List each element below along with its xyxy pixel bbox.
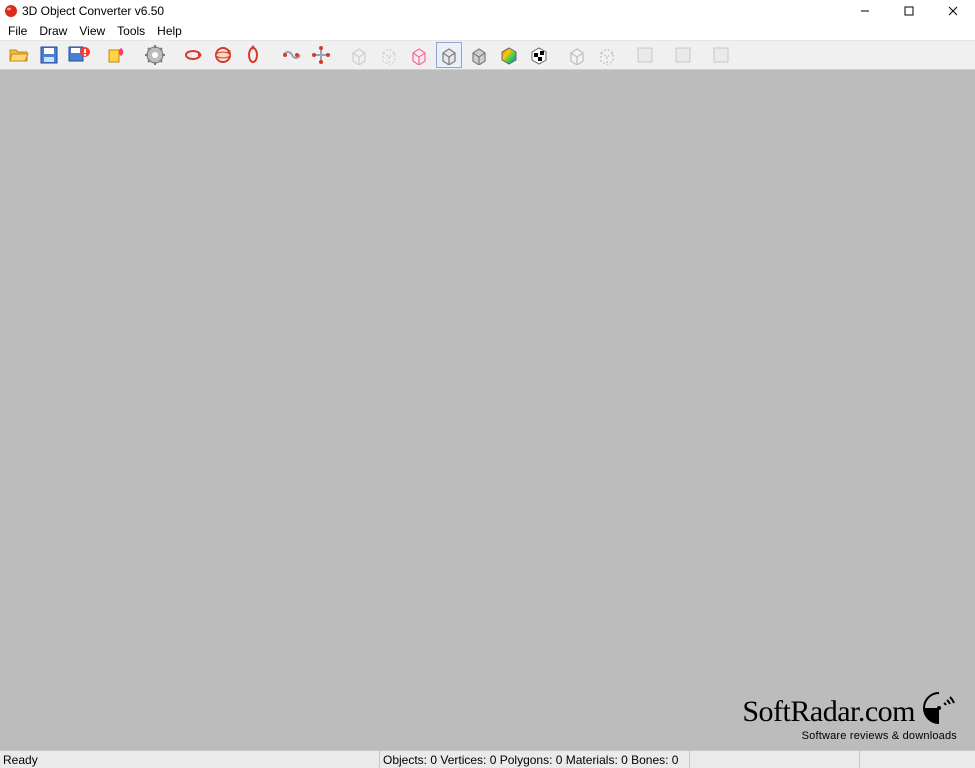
rotate-z-icon[interactable] [240,42,266,68]
window-controls [843,0,975,22]
checker-icon[interactable] [526,42,552,68]
status-stats: Objects: 0 Vertices: 0 Polygons: 0 Mater… [380,751,690,768]
toolbar-separator [554,42,562,68]
rotate-y-icon[interactable] [210,42,236,68]
toolbar-separator [698,42,706,68]
maximize-button[interactable] [887,0,931,22]
shaded-1-icon[interactable] [436,42,462,68]
open-icon[interactable] [6,42,32,68]
status-ready: Ready [0,751,380,768]
app-icon [4,4,18,18]
shaded-2-icon[interactable] [466,42,492,68]
toolbar-separator [660,42,668,68]
save-as-icon[interactable] [66,42,92,68]
close-button[interactable] [931,0,975,22]
toolbar-separator [94,42,102,68]
watermark-subtext: Software reviews & downloads [742,730,957,742]
menu-draw[interactable]: Draw [33,24,73,38]
radar-icon [921,690,957,734]
favorite-icon[interactable] [104,42,130,68]
toolbar-separator [336,42,344,68]
watermark: SoftRadar.com Software reviews & downloa… [742,690,957,742]
view-a-icon[interactable] [564,42,590,68]
wireframe-3-icon[interactable] [406,42,432,68]
status-empty-2 [860,751,975,768]
tool-b-icon[interactable] [308,42,334,68]
toolbar-separator [132,42,140,68]
window-title: 3D Object Converter v6.50 [22,4,164,18]
view-b-icon[interactable] [594,42,620,68]
misc-c-icon[interactable] [708,42,734,68]
menu-help[interactable]: Help [151,24,188,38]
menu-tools[interactable]: Tools [111,24,151,38]
menu-view[interactable]: View [73,24,111,38]
titlebar: 3D Object Converter v6.50 [0,0,975,22]
toolbar [0,40,975,70]
settings-icon[interactable] [142,42,168,68]
wireframe-1-icon[interactable] [346,42,372,68]
menubar: File Draw View Tools Help [0,22,975,40]
app-window: 3D Object Converter v6.50 File Draw View… [0,0,975,768]
minimize-button[interactable] [843,0,887,22]
toolbar-separator [622,42,630,68]
toolbar-separator [268,42,276,68]
watermark-text: SoftRadar.com [742,695,915,729]
wireframe-2-icon[interactable] [376,42,402,68]
toolbar-separator [170,42,178,68]
status-empty-1 [690,751,860,768]
rotate-x-icon[interactable] [180,42,206,68]
save-icon[interactable] [36,42,62,68]
misc-a-icon[interactable] [632,42,658,68]
color-gradient-icon[interactable] [496,42,522,68]
tool-a-icon[interactable] [278,42,304,68]
menu-file[interactable]: File [2,24,33,38]
statusbar: Ready Objects: 0 Vertices: 0 Polygons: 0… [0,750,975,768]
viewport-canvas[interactable]: SoftRadar.com Software reviews & downloa… [0,70,975,750]
misc-b-icon[interactable] [670,42,696,68]
